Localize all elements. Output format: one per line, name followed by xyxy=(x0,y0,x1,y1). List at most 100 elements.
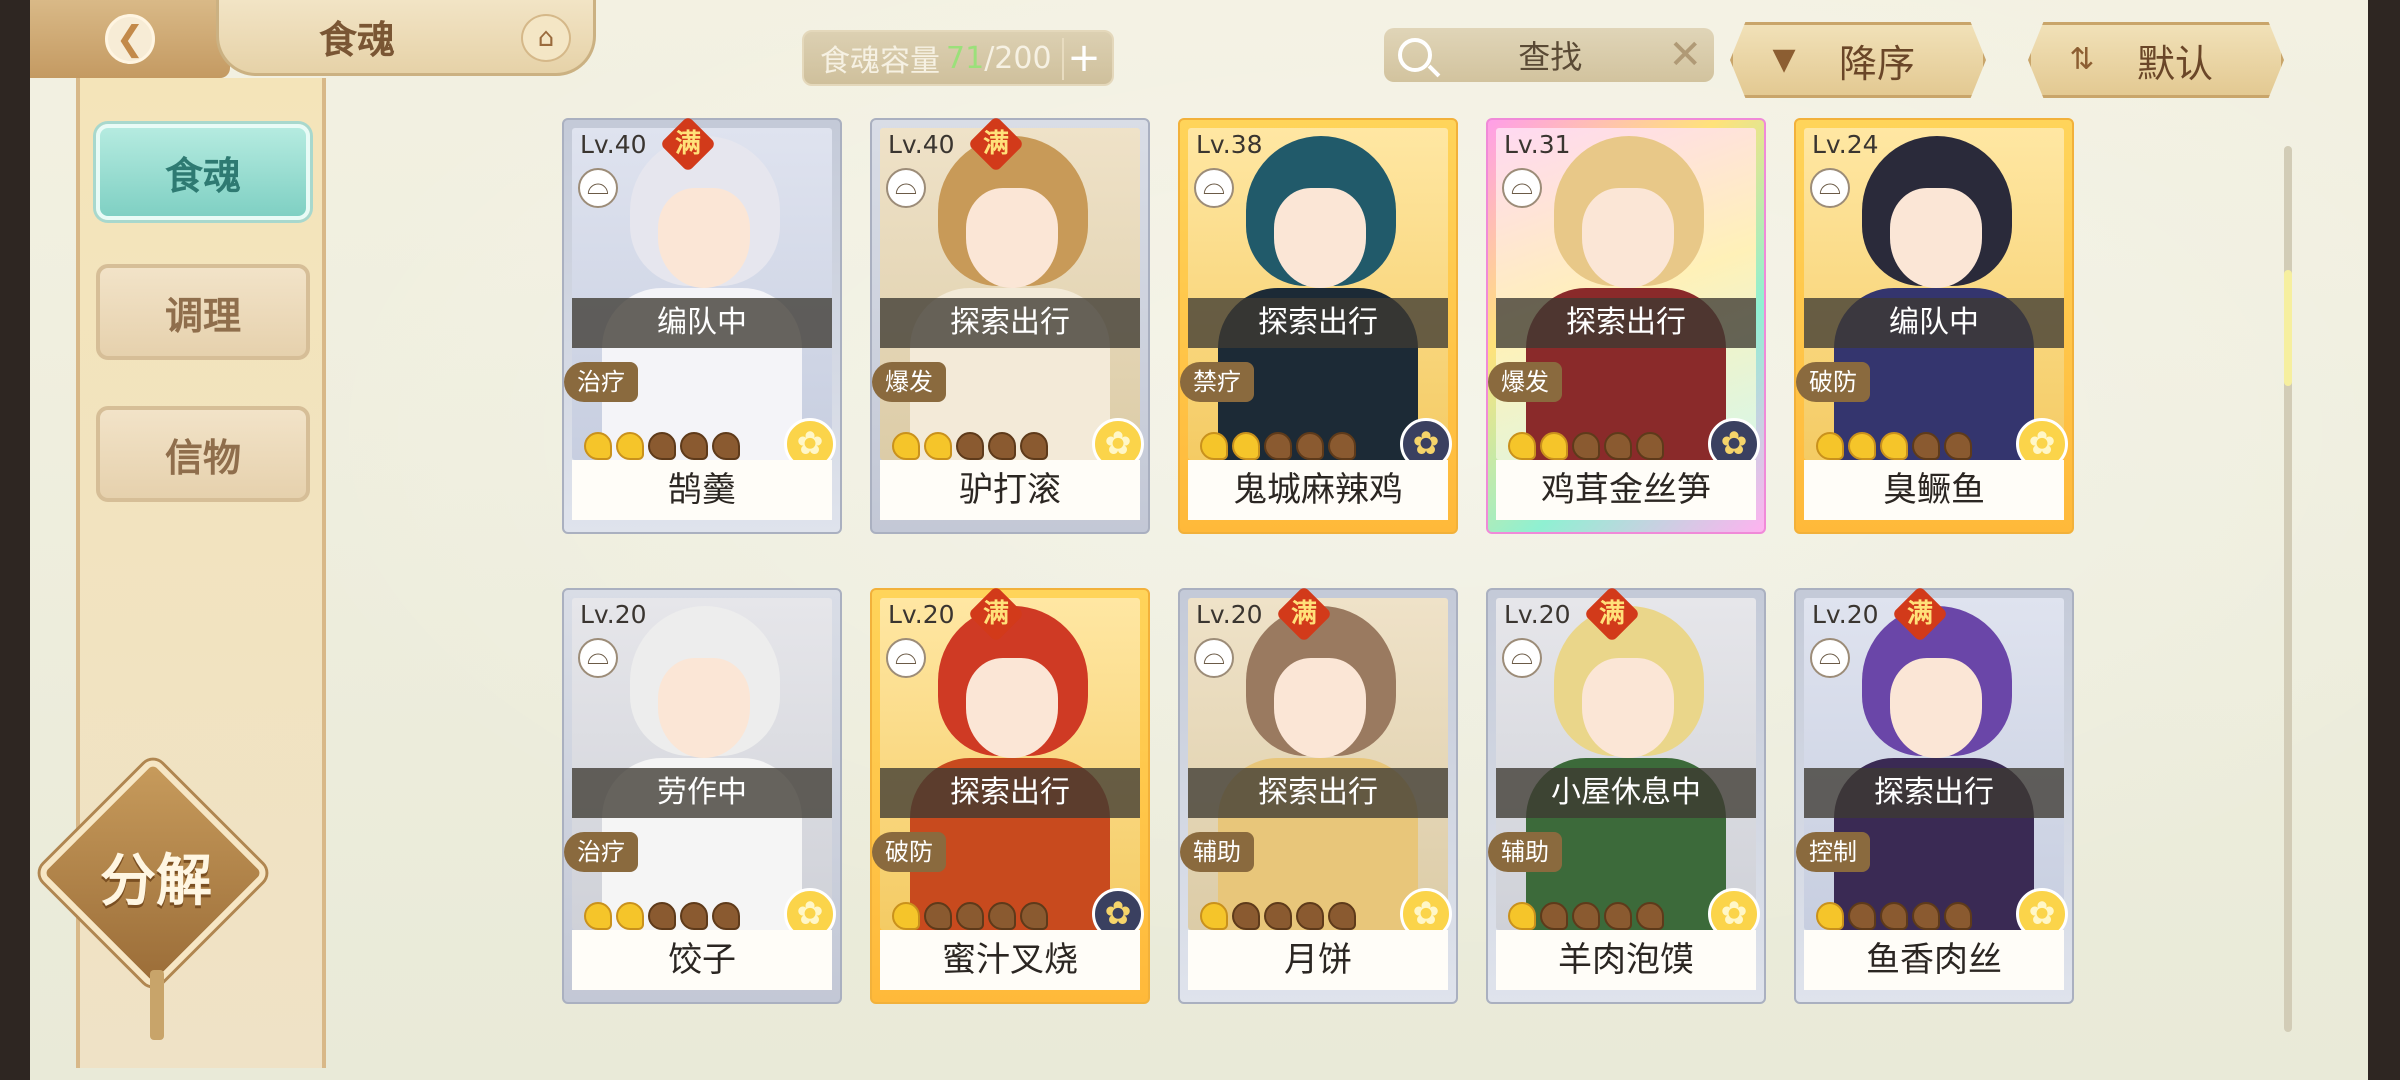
food-soul-name: 鹄羹 xyxy=(572,460,832,520)
food-soul-card[interactable]: Lv.20 满 ⌓ 小屋休息中 辅助 ✿ 羊肉泡馍 xyxy=(1486,585,1766,1004)
role-tag: 治疗 xyxy=(564,832,638,872)
star-rating xyxy=(584,432,740,460)
level-label: Lv.20 xyxy=(580,600,647,629)
level-label: Lv.24 xyxy=(1812,130,1879,159)
level-label: Lv.40 xyxy=(580,130,647,159)
star-icon xyxy=(1264,432,1292,460)
star-rating xyxy=(892,902,1048,930)
star-icon xyxy=(648,432,676,460)
star-icon xyxy=(1604,432,1632,460)
max-badge-label: 满 xyxy=(982,128,1010,159)
star-icon xyxy=(1636,432,1664,460)
star-rating xyxy=(1508,902,1664,930)
tab-label: 调理 xyxy=(164,292,241,338)
scrollbar-thumb[interactable] xyxy=(2284,270,2292,386)
food-soul-card[interactable]: Lv.24 ⌓ 编队中 破防 ✿ 臭鳜鱼 xyxy=(1794,118,2074,534)
food-soul-name: 羊肉泡馍 xyxy=(1496,930,1756,990)
level-label: Lv.38 xyxy=(1196,130,1263,159)
level-label: Lv.31 xyxy=(1504,130,1571,159)
star-icon xyxy=(648,902,676,930)
star-icon xyxy=(1020,902,1048,930)
star-icon xyxy=(924,902,952,930)
food-soul-card[interactable]: Lv.40 满 ⌓ 编队中 治疗 ✿ 鹄羹 xyxy=(562,115,842,534)
search-box[interactable]: 查找 ✕ xyxy=(1384,28,1714,82)
bowl-icon: ⌓ xyxy=(578,638,618,678)
bowl-icon: ⌓ xyxy=(1502,638,1542,678)
star-rating xyxy=(1816,432,1972,460)
page-title: 食魂 xyxy=(319,17,396,62)
star-rating xyxy=(584,902,740,930)
star-rating xyxy=(1200,902,1356,930)
role-tag: 爆发 xyxy=(1488,362,1562,402)
tab-tokens[interactable]: 信物 xyxy=(96,406,310,502)
status-bar: 编队中 xyxy=(1804,298,2064,348)
food-soul-card[interactable]: Lv.20 满 ⌓ 探索出行 破防 ✿ 蜜汁叉烧 xyxy=(870,585,1150,1004)
back-arrow-icon: ❮ xyxy=(105,14,155,64)
game-screen: ❮ 食魂 ⌂ 食魂容量 71 / 200 + 查找 ✕ ▼ 降序 ⇅ 默认 食魂… xyxy=(30,0,2368,1080)
role-tag: 破防 xyxy=(1796,362,1870,402)
search-icon xyxy=(1398,38,1432,72)
home-pagoda-icon[interactable]: ⌂ xyxy=(521,14,571,62)
level-label: Lv.40 xyxy=(888,130,955,159)
role-tag: 辅助 xyxy=(1180,832,1254,872)
star-icon xyxy=(988,432,1016,460)
status-bar: 探索出行 xyxy=(1188,298,1448,348)
food-soul-card[interactable]: Lv.20 满 ⌓ 探索出行 辅助 ✿ 月饼 xyxy=(1178,585,1458,1004)
star-icon xyxy=(892,432,920,460)
status-bar: 编队中 xyxy=(572,298,832,348)
max-badge-label: 满 xyxy=(1906,598,1934,629)
star-icon xyxy=(1572,432,1600,460)
level-label: Lv.20 xyxy=(1812,600,1879,629)
food-soul-name: 鸡茸金丝笋 xyxy=(1496,460,1756,520)
sort-default-button[interactable]: ⇅ 默认 xyxy=(2028,22,2284,98)
star-icon xyxy=(988,902,1016,930)
food-soul-name: 鱼香肉丝 xyxy=(1804,930,2064,990)
food-soul-card[interactable]: Lv.20 满 ⌓ 探索出行 控制 ✿ 鱼香肉丝 xyxy=(1794,585,2074,1004)
food-soul-card[interactable]: Lv.31 ⌓ 探索出行 爆发 ✿ 鸡茸金丝笋 xyxy=(1486,118,1766,534)
star-icon xyxy=(616,902,644,930)
star-icon xyxy=(924,432,952,460)
character-face xyxy=(966,658,1058,758)
add-capacity-button[interactable]: + xyxy=(1062,38,1104,80)
food-soul-name: 月饼 xyxy=(1188,930,1448,990)
star-icon xyxy=(1912,432,1940,460)
status-bar: 探索出行 xyxy=(880,768,1140,818)
back-button[interactable]: ❮ xyxy=(30,0,230,78)
tab-food-souls[interactable]: 食魂 xyxy=(96,124,310,220)
star-rating xyxy=(1508,432,1664,460)
max-badge-label: 满 xyxy=(1290,598,1318,629)
decompose-label: 分解 xyxy=(100,848,212,914)
food-soul-name: 驴打滚 xyxy=(880,460,1140,520)
star-icon xyxy=(712,432,740,460)
capacity-separator: / xyxy=(984,40,995,76)
food-soul-name: 蜜汁叉烧 xyxy=(880,930,1140,990)
search-input[interactable]: 查找 xyxy=(1432,32,1668,78)
food-soul-name: 臭鳜鱼 xyxy=(1804,460,2064,520)
status-bar: 劳作中 xyxy=(572,768,832,818)
character-face xyxy=(1890,188,1982,288)
clear-search-icon[interactable]: ✕ xyxy=(1668,32,1702,78)
star-icon xyxy=(1604,902,1632,930)
star-icon xyxy=(1880,432,1908,460)
star-icon xyxy=(616,432,644,460)
star-icon xyxy=(1232,902,1260,930)
triangle-down-icon: ▼ xyxy=(1772,42,1796,77)
food-soul-card[interactable]: Lv.38 ⌓ 探索出行 禁疗 ✿ 鬼城麻辣鸡 xyxy=(1178,118,1458,534)
food-soul-card[interactable]: Lv.20 ⌓ 劳作中 治疗 ✿ 饺子 xyxy=(562,588,842,1004)
star-rating xyxy=(1200,432,1356,460)
bowl-icon: ⌓ xyxy=(886,168,926,208)
star-icon xyxy=(584,902,612,930)
status-bar: 探索出行 xyxy=(1188,768,1448,818)
role-tag: 禁疗 xyxy=(1180,362,1254,402)
star-icon xyxy=(1200,432,1228,460)
star-icon xyxy=(1944,432,1972,460)
sort-order-button[interactable]: ▼ 降序 xyxy=(1730,22,1986,98)
star-icon xyxy=(1508,902,1536,930)
status-bar: 探索出行 xyxy=(1804,768,2064,818)
star-icon xyxy=(1020,432,1048,460)
bowl-icon: ⌓ xyxy=(1194,638,1234,678)
tab-conditioning[interactable]: 调理 xyxy=(96,264,310,360)
max-badge-label: 满 xyxy=(674,128,702,159)
bowl-icon: ⌓ xyxy=(1810,168,1850,208)
food-soul-card[interactable]: Lv.40 满 ⌓ 探索出行 爆发 ✿ 驴打滚 xyxy=(870,115,1150,534)
